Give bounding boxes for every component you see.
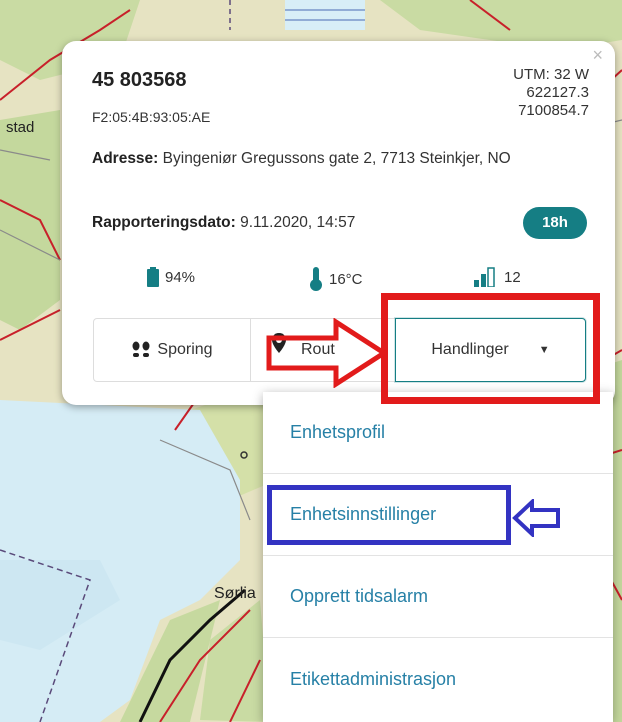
battery-stat: 94% <box>147 267 195 287</box>
close-icon[interactable]: × <box>592 45 603 66</box>
age-badge: 18h <box>523 207 587 239</box>
signal-value: 12 <box>504 268 521 286</box>
tracking-button-label: Sporing <box>157 341 213 358</box>
signal-stat: 12 <box>474 267 521 287</box>
map-place-label: stad <box>6 119 35 136</box>
utm-northing: 7100854.7 <box>518 102 589 119</box>
utm-easting: 622127.3 <box>526 84 589 101</box>
temperature-value: 16°C <box>329 270 363 288</box>
temperature-stat: 16°C <box>309 267 363 291</box>
thermometer-icon <box>310 267 322 291</box>
device-mac: F2:05:4B:93:05:AE <box>92 109 211 125</box>
arrow-right-icon <box>266 318 388 388</box>
tracking-button[interactable]: Sporing <box>93 318 251 382</box>
menu-item-create-time-alarm[interactable]: Opprett tidsalarm <box>263 556 613 638</box>
utm-zone: UTM: 32 W <box>513 66 589 83</box>
menu-item-label-admin[interactable]: Etikettadministrasjon <box>263 638 613 720</box>
menu-item-device-profile[interactable]: Enhetsprofil <box>263 392 613 474</box>
address-value: Byingeniør Gregussons gate 2, 7713 Stein… <box>162 150 511 167</box>
address-label: Adresse: <box>92 150 159 167</box>
report-value: 9.11.2020, 14:57 <box>240 214 356 231</box>
arrow-left-icon <box>512 499 560 537</box>
annotation-blue-box <box>267 485 511 545</box>
battery-icon <box>147 267 159 287</box>
map-place-label: Sørlia <box>214 585 256 602</box>
report-date: Rapporteringsdato: 9.11.2020, 14:57 <box>92 214 355 232</box>
battery-value: 94% <box>165 268 196 286</box>
address: Adresse: Byingeniør Gregussons gate 2, 7… <box>92 147 602 171</box>
device-id: 45 803568 <box>92 69 187 91</box>
utm-coordinates: UTM: 32 W 622127.3 7100854.7 <box>513 66 589 120</box>
report-label: Rapporteringsdato: <box>92 214 236 231</box>
actions-menu: Enhetsprofil Enhetsinnstillinger Opprett… <box>263 392 613 722</box>
annotation-red-box <box>381 293 600 404</box>
signal-icon <box>474 267 495 287</box>
footprints-icon <box>132 341 150 357</box>
